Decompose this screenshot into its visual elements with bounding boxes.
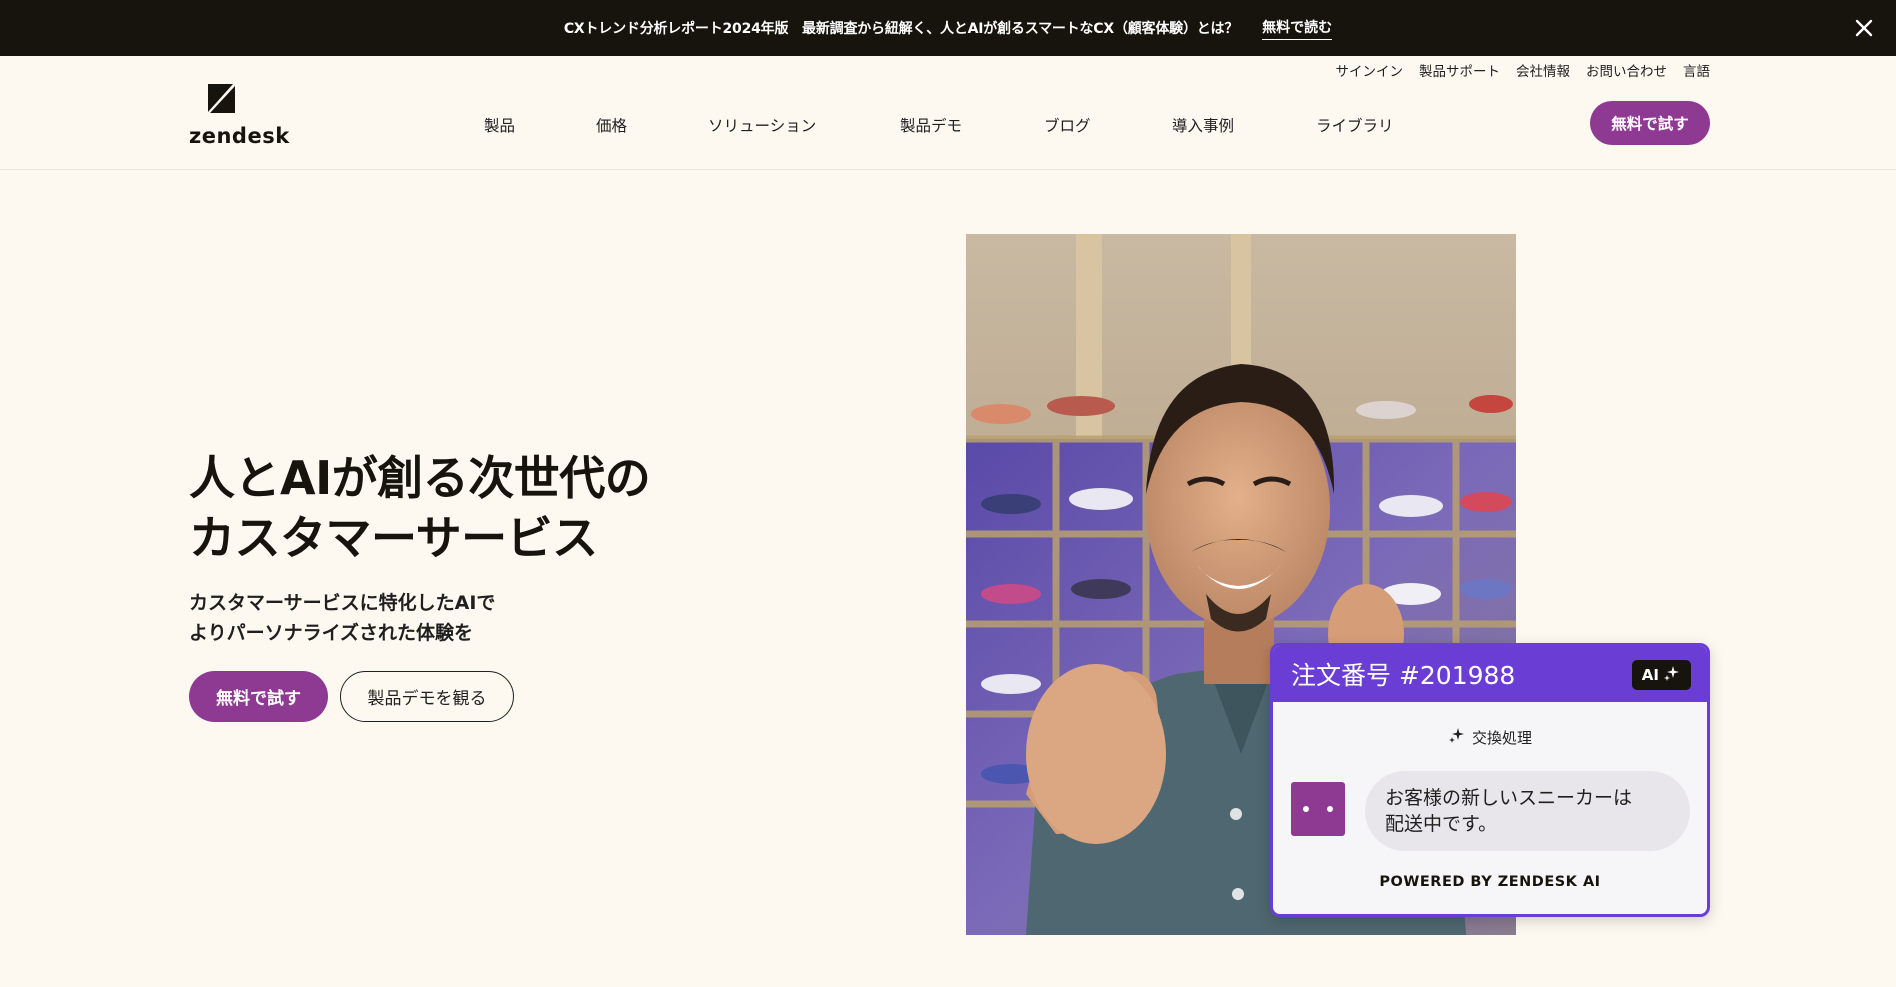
header-trial-button[interactable]: 無料で試す: [1590, 101, 1710, 145]
hero-demo-button[interactable]: 製品デモを観る: [340, 671, 514, 722]
nav-item-cases[interactable]: 導入事例: [1172, 114, 1234, 136]
site-header: zendesk サインイン 製品サポート 会社情報 お問い合わせ 言語 製品 価…: [0, 56, 1896, 170]
sparkle-icon: [1448, 726, 1466, 748]
exchange-text: 交換処理: [1471, 728, 1532, 747]
nav-item-blog[interactable]: ブログ: [1044, 114, 1091, 136]
ai-badge: AI: [1631, 660, 1691, 690]
utility-support[interactable]: 製品サポート: [1419, 60, 1500, 80]
ai-badge-label: AI: [1641, 666, 1659, 684]
bot-avatar-icon: [1291, 782, 1345, 836]
hero-subtitle: カスタマーサービスに特化したAIで よりパーソナライズされた体験を: [189, 588, 495, 648]
sparkle-icon: [1663, 664, 1681, 686]
chat-message-line: 配送中です。: [1385, 813, 1498, 835]
chat-bubble: お客様の新しいスニーカーは 配送中です。: [1365, 771, 1690, 851]
utility-nav: サインイン 製品サポート 会社情報 お問い合わせ 言語: [1336, 60, 1711, 80]
close-icon[interactable]: [1852, 16, 1876, 40]
hero-title-line: 人とAIが創る次世代の: [189, 451, 651, 505]
announcement-message: CXトレンド分析レポート2024年版 最新調査から紐解く、人とAIが創るスマート…: [563, 21, 1239, 37]
exchange-label: 交換処理: [1273, 726, 1707, 748]
powered-by-label: POWERED BY ZENDESK AI: [1379, 874, 1601, 890]
hero-trial-button[interactable]: 無料で試す: [189, 671, 328, 722]
nav-item-library[interactable]: ライブラリ: [1316, 114, 1394, 136]
brand-wordmark: zendesk: [189, 124, 290, 148]
utility-signin[interactable]: サインイン: [1336, 60, 1404, 80]
announcement-read-link[interactable]: 無料で読む: [1262, 17, 1333, 40]
utility-language[interactable]: 言語: [1683, 60, 1710, 80]
nav-item-pricing[interactable]: 価格: [596, 114, 627, 136]
chat-message-line: お客様の新しいスニーカーは: [1385, 787, 1633, 809]
utility-contact[interactable]: お問い合わせ: [1586, 60, 1667, 80]
hero-subtitle-line: カスタマーサービスに特化したAIで: [189, 592, 496, 614]
nav-item-demo[interactable]: 製品デモ: [900, 114, 962, 136]
hero-title-line: カスタマーサービス: [189, 511, 598, 565]
nav-item-products[interactable]: 製品: [484, 114, 515, 136]
hero-title: 人とAIが創る次世代の カスタマーサービス: [189, 448, 651, 568]
announcement-bar: CXトレンド分析レポート2024年版 最新調査から紐解く、人とAIが創るスマート…: [0, 0, 1896, 56]
utility-company[interactable]: 会社情報: [1516, 60, 1570, 80]
hero-subtitle-line: よりパーソナライズされた体験を: [189, 622, 474, 644]
nav-item-solutions[interactable]: ソリューション: [708, 114, 816, 136]
ai-order-card: 注文番号 #201988 AI 交換処理 お客様の新しいスニーカーは 配送中です…: [1270, 643, 1710, 917]
